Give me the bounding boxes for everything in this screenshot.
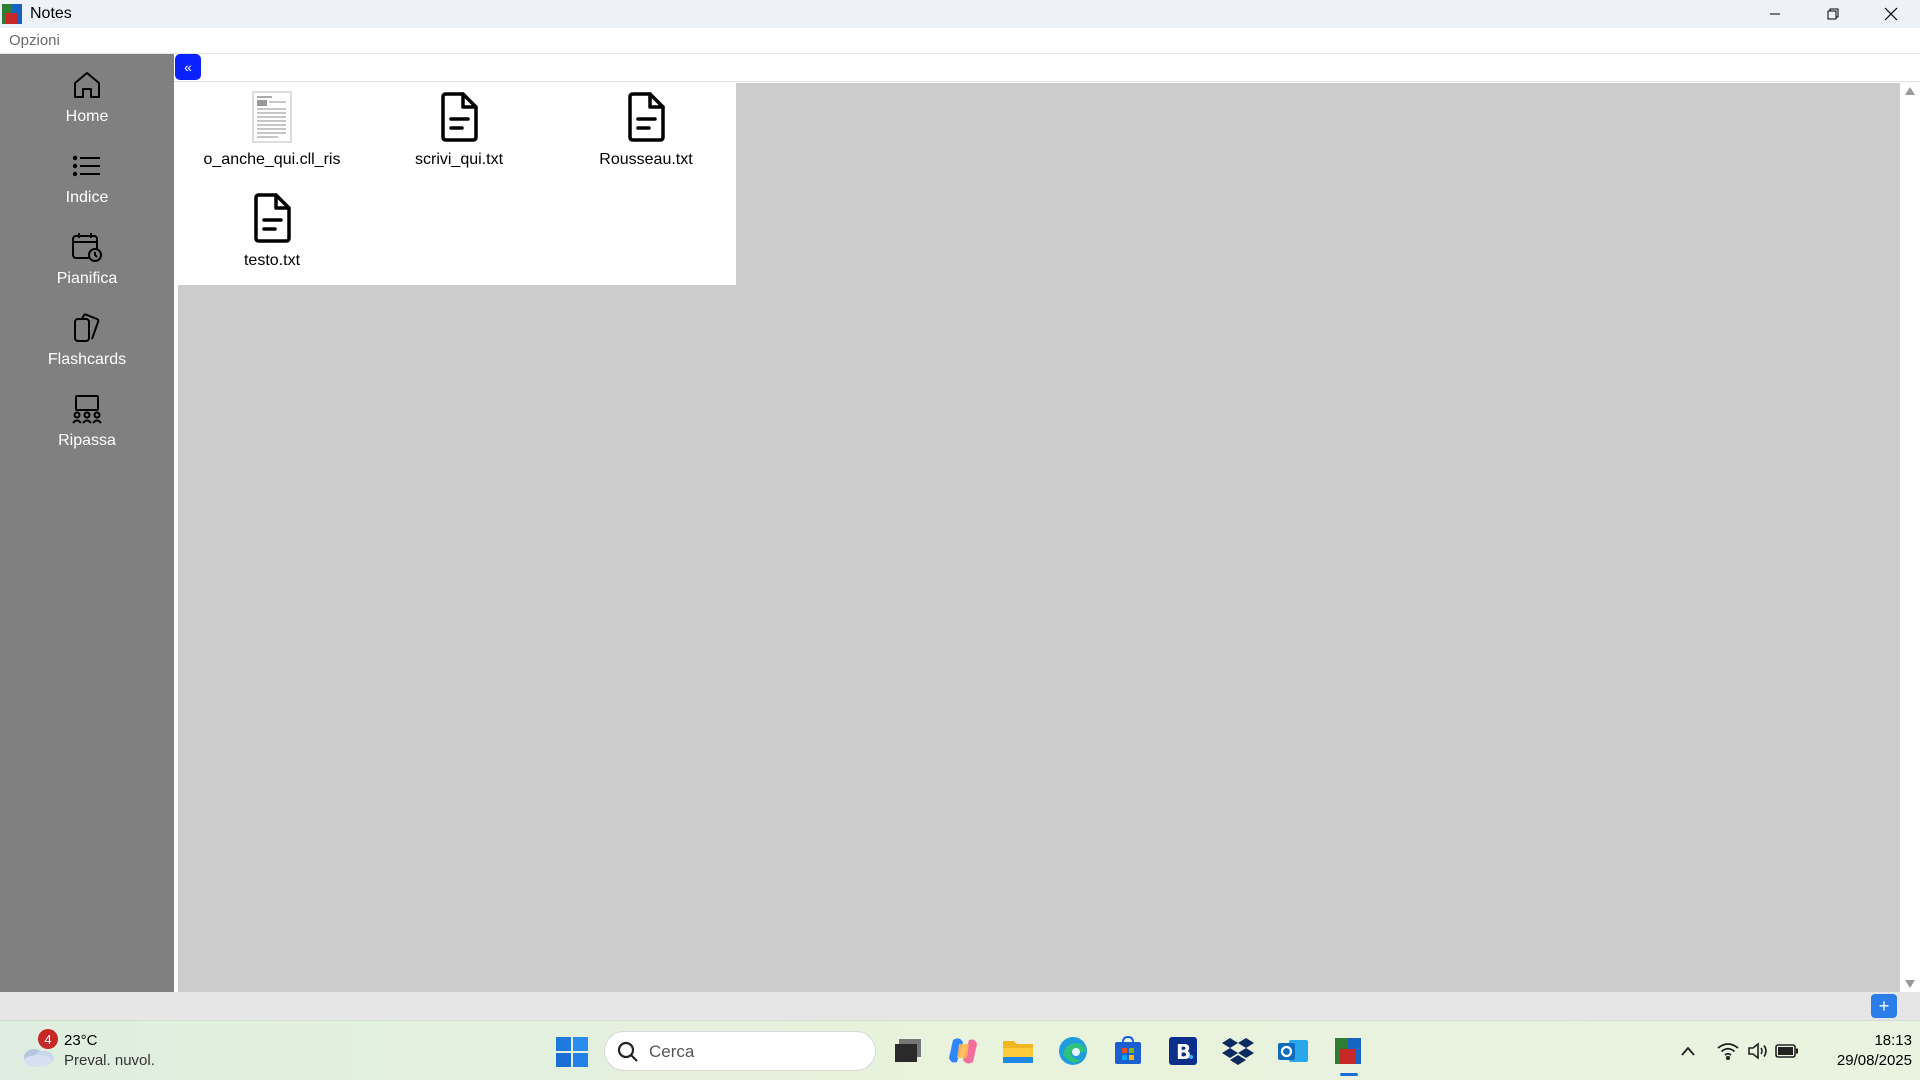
file-name: testo.txt bbox=[243, 252, 301, 269]
document-thumbnail-icon bbox=[252, 91, 292, 143]
sidebar-item-indice[interactable]: Indice bbox=[0, 141, 174, 221]
taskbar: 4 23°C Preval. nuvol. Cerca B 18:13 29/0… bbox=[0, 1020, 1920, 1080]
sidebar-item-ripassa[interactable]: Ripassa bbox=[0, 384, 174, 464]
title-bar: Notes bbox=[0, 0, 1920, 28]
taskbar-edge[interactable] bbox=[1055, 1033, 1091, 1069]
text-file-icon bbox=[254, 193, 291, 243]
sidebar-item-home[interactable]: Home bbox=[0, 60, 174, 140]
weather-description: Preval. nuvol. bbox=[64, 1052, 155, 1069]
sidebar-item-label: Flashcards bbox=[47, 351, 127, 368]
clock-time: 18:13 bbox=[1874, 1032, 1912, 1049]
review-icon bbox=[72, 395, 102, 424]
minimize-icon bbox=[1770, 13, 1780, 15]
taskbar-outlook[interactable] bbox=[1275, 1033, 1311, 1069]
sidebar-item-label: Home bbox=[65, 108, 109, 125]
taskbar-dropbox[interactable] bbox=[1220, 1033, 1256, 1069]
restore-icon bbox=[1827, 8, 1839, 20]
speaker-icon bbox=[1748, 1042, 1767, 1060]
text-file-icon bbox=[628, 92, 665, 142]
copilot-icon bbox=[949, 1038, 977, 1064]
vertical-scrollbar[interactable] bbox=[1900, 83, 1920, 992]
weather-temperature: 23°C bbox=[64, 1032, 98, 1049]
notes-app-icon bbox=[1335, 1038, 1361, 1064]
minimize-button[interactable] bbox=[1746, 0, 1804, 28]
menu-options[interactable]: Opzioni bbox=[9, 32, 60, 49]
clock-date: 29/08/2025 bbox=[1836, 1052, 1912, 1069]
battery-icon bbox=[1775, 1044, 1798, 1058]
sidebar-item-pianifica[interactable]: Pianifica bbox=[0, 222, 174, 302]
taskbar-notes-app[interactable] bbox=[1330, 1033, 1366, 1069]
taskbar-task-view[interactable] bbox=[890, 1033, 926, 1069]
file-name: o_anche_qui.cll_ris bbox=[203, 151, 341, 168]
tray-battery[interactable] bbox=[1774, 1039, 1800, 1063]
svg-text:B: B bbox=[1176, 1040, 1191, 1064]
window-title: Notes bbox=[30, 5, 72, 22]
scroll-down-arrow-icon[interactable] bbox=[1905, 980, 1915, 988]
outlook-icon bbox=[1278, 1040, 1308, 1062]
restore-button[interactable] bbox=[1804, 0, 1862, 28]
file-item[interactable]: o_anche_qui.cll_ris bbox=[182, 83, 362, 179]
taskbar-store[interactable] bbox=[1110, 1033, 1146, 1069]
flashcards-icon bbox=[74, 313, 100, 342]
canvas-area[interactable]: o_anche_qui.cll_ris scrivi_qui.txt Rouss… bbox=[178, 83, 1900, 992]
taskbar-booking[interactable]: B bbox=[1165, 1033, 1201, 1069]
file-item[interactable]: scrivi_qui.txt bbox=[369, 83, 549, 179]
tray-volume[interactable] bbox=[1746, 1039, 1770, 1063]
sidebar-item-label: Ripassa bbox=[58, 432, 116, 449]
window-controls bbox=[1746, 0, 1920, 28]
chevron-up-icon bbox=[1681, 1046, 1695, 1056]
close-button[interactable] bbox=[1862, 0, 1920, 28]
weather-widget[interactable]: 4 23°C Preval. nuvol. bbox=[20, 1029, 200, 1073]
close-icon bbox=[1884, 7, 1898, 21]
search-icon bbox=[617, 1041, 638, 1062]
calendar-clock-icon bbox=[72, 233, 102, 262]
taskbar-clock[interactable]: 18:13 29/08/2025 bbox=[1812, 1031, 1912, 1071]
add-button[interactable]: + bbox=[1871, 994, 1897, 1018]
file-item[interactable]: Rousseau.txt bbox=[556, 83, 736, 179]
home-icon bbox=[74, 72, 100, 98]
sidebar: Home Indice Pianifica Flashcards Ripassa bbox=[0, 54, 174, 992]
active-app-indicator bbox=[1340, 1073, 1358, 1076]
menu-bar: Opzioni bbox=[0, 28, 1920, 54]
collapse-sidebar-button[interactable]: « bbox=[175, 54, 201, 80]
file-name: scrivi_qui.txt bbox=[414, 151, 504, 168]
windows-logo-icon bbox=[556, 1037, 588, 1067]
sidebar-item-label: Pianifica bbox=[56, 270, 118, 287]
store-icon bbox=[1115, 1036, 1141, 1064]
list-icon bbox=[72, 155, 100, 177]
status-bar: + bbox=[0, 992, 1920, 1020]
scroll-up-arrow-icon[interactable] bbox=[1905, 87, 1915, 95]
app-logo-icon bbox=[2, 4, 22, 24]
taskbar-file-explorer[interactable] bbox=[1000, 1033, 1036, 1069]
main-area: « o_anche_qui.cll_ris scrivi_qui.txt Rou… bbox=[174, 54, 1920, 992]
taskbar-copilot[interactable] bbox=[945, 1033, 981, 1069]
sidebar-item-flashcards[interactable]: Flashcards bbox=[0, 303, 174, 383]
file-item[interactable]: testo.txt bbox=[182, 184, 362, 280]
booking-icon: B bbox=[1169, 1037, 1197, 1065]
start-button[interactable] bbox=[556, 1037, 588, 1067]
taskbar-search-input[interactable]: Cerca bbox=[604, 1031, 876, 1071]
search-placeholder: Cerca bbox=[649, 1042, 695, 1061]
file-name: Rousseau.txt bbox=[599, 151, 693, 168]
tray-wifi[interactable] bbox=[1716, 1039, 1740, 1063]
folder-icon bbox=[1003, 1041, 1033, 1063]
notification-badge: 4 bbox=[38, 1029, 58, 1049]
tray-overflow-button[interactable] bbox=[1678, 1039, 1698, 1063]
main-toolbar: « bbox=[174, 54, 1920, 82]
edge-browser-icon bbox=[1059, 1037, 1087, 1065]
wifi-icon bbox=[1717, 1043, 1739, 1060]
text-file-icon bbox=[441, 92, 478, 142]
dropbox-icon bbox=[1222, 1038, 1254, 1065]
files-panel: o_anche_qui.cll_ris scrivi_qui.txt Rouss… bbox=[178, 83, 736, 285]
sidebar-item-label: Indice bbox=[65, 189, 109, 206]
task-view-icon bbox=[895, 1039, 921, 1062]
